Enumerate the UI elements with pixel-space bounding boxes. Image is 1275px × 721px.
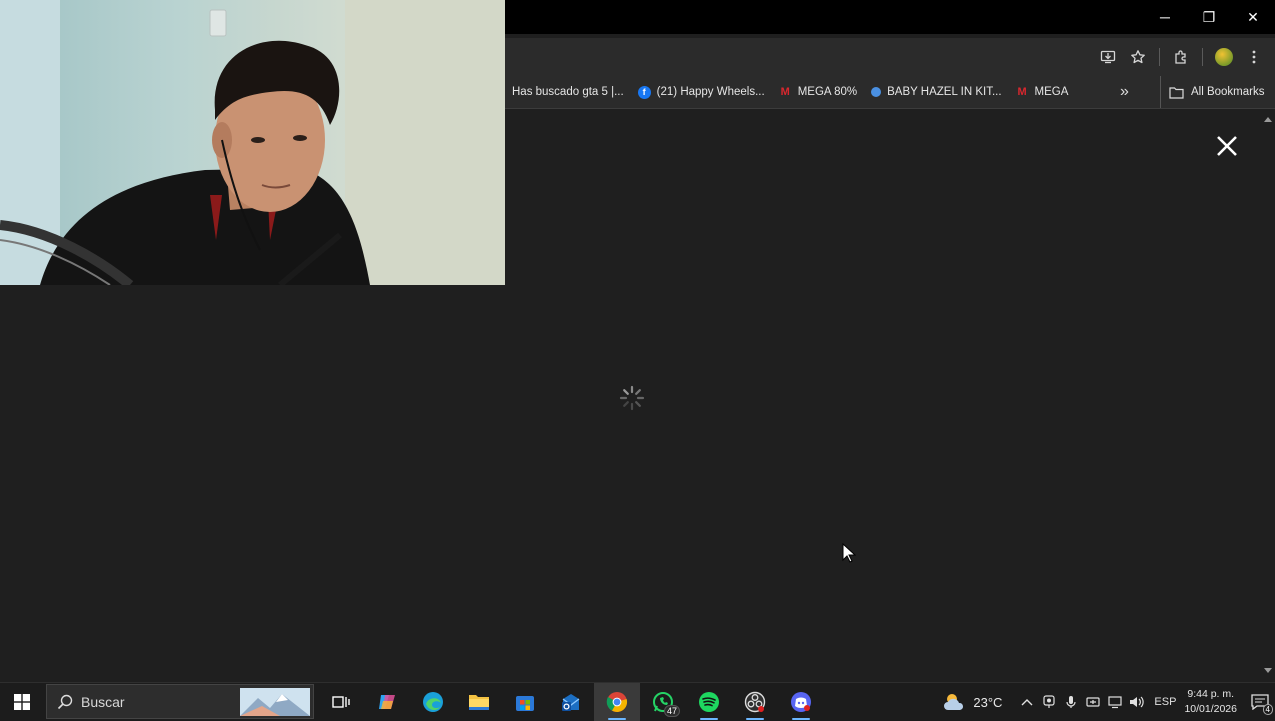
- clock-date: 10/01/2026: [1184, 703, 1237, 715]
- start-button[interactable]: [0, 683, 44, 721]
- search-icon: [57, 694, 73, 709]
- system-tray: 23°C ESP 9:44 p. m. 10/01/2026 4: [943, 683, 1275, 721]
- taskbar-clock[interactable]: 9:44 p. m. 10/01/2026: [1184, 687, 1237, 717]
- task-view-button[interactable]: [318, 683, 364, 721]
- microsoft-store-button[interactable]: [502, 683, 548, 721]
- bookmark-item[interactable]: BABY HAZEL IN KIT...: [864, 86, 1008, 98]
- chrome-button[interactable]: [594, 683, 640, 721]
- network-icon[interactable]: [1104, 683, 1126, 721]
- bookmark-label: MEGA: [1034, 86, 1069, 98]
- outlook-icon: [562, 694, 580, 711]
- bookmark-item[interactable]: f (21) Happy Wheels...: [631, 85, 772, 99]
- folder-icon: [1169, 86, 1184, 99]
- edge-icon: [423, 692, 443, 712]
- vertical-scrollbar[interactable]: [1261, 109, 1275, 682]
- usb-device-icon[interactable]: [1082, 683, 1104, 721]
- copilot-icon: [379, 695, 395, 709]
- facebook-icon: f: [637, 85, 651, 99]
- bookmark-label: (21) Happy Wheels...: [656, 86, 765, 98]
- bookmark-item[interactable]: Has buscado gta 5 |...: [505, 86, 631, 98]
- taskbar: Buscar 47 23°C ESP 9:44 p. m. 10/01/2026…: [0, 682, 1275, 721]
- edge-button[interactable]: [410, 683, 456, 721]
- scroll-down-icon[interactable]: [1263, 667, 1273, 675]
- toolbar-separator: [1202, 48, 1203, 66]
- microphone-icon[interactable]: [1060, 683, 1082, 721]
- task-view-icon: [332, 696, 350, 708]
- toolbar-separator: [1159, 48, 1160, 66]
- close-overlay-icon[interactable]: [1214, 133, 1240, 159]
- show-hidden-icons-button[interactable]: [1016, 683, 1038, 721]
- taskbar-search-box[interactable]: Buscar: [46, 684, 314, 719]
- webcam-person-image: [0, 0, 505, 285]
- mouse-cursor-icon: [842, 543, 856, 563]
- obs-button[interactable]: [732, 683, 778, 721]
- windows-logo-icon: [14, 694, 30, 710]
- webcam-overlay: [0, 0, 505, 285]
- weather-temperature: 23°C: [973, 694, 1003, 710]
- all-bookmarks-label: All Bookmarks: [1191, 86, 1265, 98]
- minimize-button[interactable]: ─: [1143, 0, 1187, 34]
- spotify-icon: [699, 692, 719, 712]
- input-language-indicator[interactable]: ESP: [1154, 696, 1176, 708]
- outlook-button[interactable]: [548, 683, 594, 721]
- folder-icon: [469, 695, 489, 710]
- restore-button[interactable]: ❐: [1187, 0, 1231, 34]
- store-icon: [516, 696, 534, 711]
- bookmarks-overflow-button[interactable]: »: [1120, 76, 1129, 108]
- search-highlight-mountain-icon: [240, 688, 310, 716]
- loading-spinner-icon: [619, 385, 645, 411]
- mega-icon: M: [1017, 86, 1027, 98]
- install-app-icon[interactable]: [1095, 44, 1121, 70]
- weather-widget[interactable]: 23°C: [943, 692, 1002, 712]
- notification-center-button[interactable]: 4: [1245, 683, 1275, 721]
- extensions-icon[interactable]: [1168, 44, 1194, 70]
- window-controls: ─ ❐ ✕: [1143, 0, 1275, 34]
- bookmark-item[interactable]: M MEGA: [1009, 86, 1076, 99]
- more-menu-icon[interactable]: [1241, 44, 1267, 70]
- whatsapp-badge: 47: [663, 705, 680, 717]
- discord-button[interactable]: [778, 683, 824, 721]
- taskbar-apps: 47: [318, 683, 824, 721]
- discord-icon: [791, 692, 811, 712]
- globe-icon: [871, 87, 882, 97]
- whatsapp-button[interactable]: 47: [640, 683, 686, 721]
- bookmark-item[interactable]: M MEGA 80%: [772, 86, 864, 99]
- search-placeholder: Buscar: [81, 693, 125, 710]
- bookmark-star-icon[interactable]: [1125, 44, 1151, 70]
- profile-avatar-icon[interactable]: [1211, 44, 1237, 70]
- obs-icon: [744, 691, 766, 713]
- bookmark-label: MEGA 80%: [797, 86, 858, 98]
- camera-tray-icon[interactable]: [1038, 683, 1060, 721]
- file-explorer-button[interactable]: [456, 683, 502, 721]
- close-window-button[interactable]: ✕: [1231, 0, 1275, 34]
- clock-time: 9:44 p. m.: [1187, 688, 1235, 700]
- mega-icon: M: [780, 86, 790, 98]
- all-bookmarks-button[interactable]: All Bookmarks: [1160, 76, 1265, 108]
- bookmark-label: Has buscado gta 5 |...: [512, 86, 624, 98]
- notification-count: 4: [1262, 704, 1273, 715]
- spotify-button[interactable]: [686, 683, 732, 721]
- weather-cloudy-icon: [944, 694, 964, 710]
- copilot-button[interactable]: [364, 683, 410, 721]
- scroll-up-icon[interactable]: [1263, 115, 1273, 123]
- volume-icon[interactable]: [1126, 683, 1148, 721]
- bookmark-label: BABY HAZEL IN KIT...: [887, 86, 1002, 98]
- chevron-up-icon: [1021, 699, 1033, 706]
- chrome-icon: [606, 692, 628, 712]
